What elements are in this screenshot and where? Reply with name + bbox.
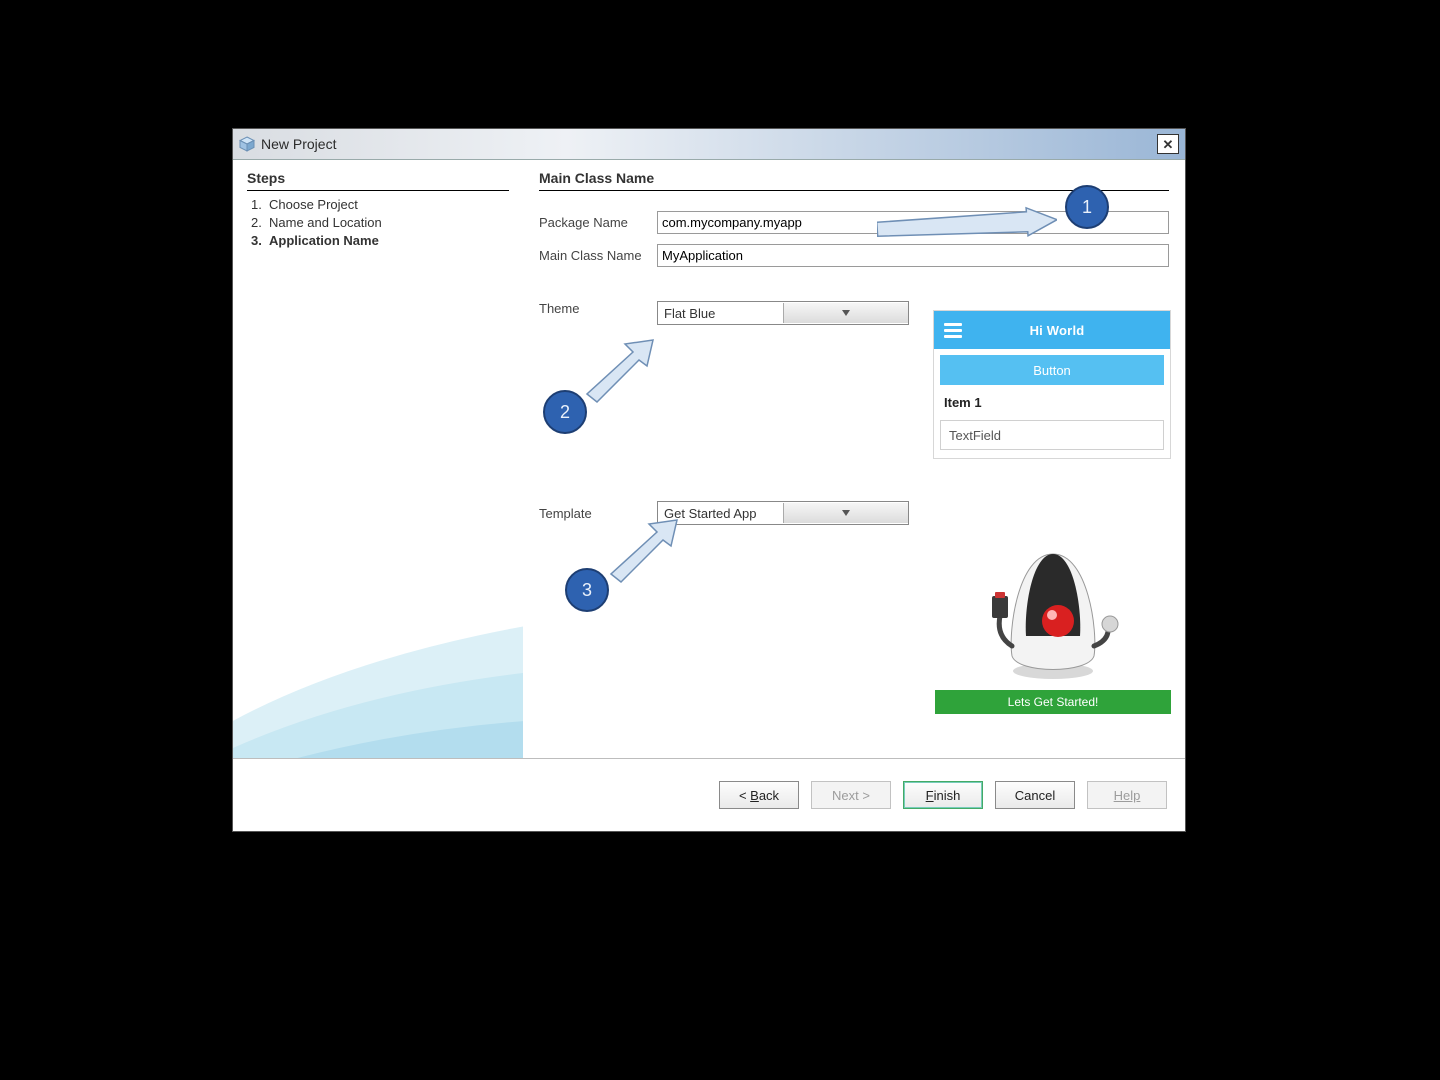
package-label: Package Name (539, 215, 657, 230)
titlebar: New Project ✕ (233, 129, 1185, 160)
cancel-button[interactable]: Cancel (995, 781, 1075, 809)
new-project-dialog: New Project ✕ Steps 1.Choose Project 2.N… (232, 128, 1186, 832)
finish-button[interactable]: Finish (903, 781, 983, 809)
theme-preview: Hi World Button Item 1 TextField (933, 310, 1171, 459)
dialog-footer: < Back Next > Finish Cancel Help (233, 758, 1185, 831)
theme-preview-item: Item 1 (934, 385, 1170, 420)
main-class-name-input[interactable] (657, 244, 1169, 267)
template-preview: Lets Get Started! (935, 532, 1171, 722)
steps-list: 1.Choose Project 2.Name and Location 3.A… (247, 197, 509, 248)
template-value: Get Started App (658, 506, 783, 521)
theme-preview-button: Button (940, 355, 1164, 385)
class-label: Main Class Name (539, 248, 657, 263)
callout-3: 3 (565, 568, 609, 612)
help-button[interactable]: Help (1087, 781, 1167, 809)
duke-mascot-icon (935, 532, 1171, 690)
theme-label: Theme (539, 301, 657, 316)
template-preview-cta: Lets Get Started! (935, 690, 1171, 714)
package-row: Package Name (539, 211, 1169, 234)
theme-preview-header: Hi World (934, 311, 1170, 349)
template-label: Template (539, 506, 657, 521)
theme-preview-textfield: TextField (940, 420, 1164, 450)
app-cube-icon (239, 136, 255, 152)
back-button[interactable]: < Back (719, 781, 799, 809)
package-name-input[interactable] (657, 211, 1169, 234)
theme-value: Flat Blue (658, 306, 783, 321)
next-button: Next > (811, 781, 891, 809)
template-row: Template Get Started App (539, 501, 1169, 525)
chevron-down-icon (783, 503, 909, 523)
chevron-down-icon (783, 303, 909, 323)
titlebar-title: New Project (261, 136, 1157, 152)
decorative-swoosh (233, 578, 523, 758)
theme-preview-title: Hi World (972, 323, 1170, 338)
steps-heading: Steps (247, 170, 509, 191)
theme-dropdown[interactable]: Flat Blue (657, 301, 909, 325)
main-panel: Main Class Name Package Name Main Class … (523, 160, 1185, 758)
step-item: 1.Choose Project (251, 197, 509, 212)
step-item-active: 3.Application Name (251, 233, 509, 248)
class-row: Main Class Name (539, 244, 1169, 267)
steps-sidebar: Steps 1.Choose Project 2.Name and Locati… (233, 160, 523, 758)
dialog-body: Steps 1.Choose Project 2.Name and Locati… (233, 160, 1185, 758)
template-dropdown[interactable]: Get Started App (657, 501, 909, 525)
hamburger-icon (934, 323, 972, 338)
step-item: 2.Name and Location (251, 215, 509, 230)
close-button[interactable]: ✕ (1157, 134, 1179, 154)
close-icon: ✕ (1163, 138, 1174, 151)
main-heading: Main Class Name (539, 170, 1169, 191)
